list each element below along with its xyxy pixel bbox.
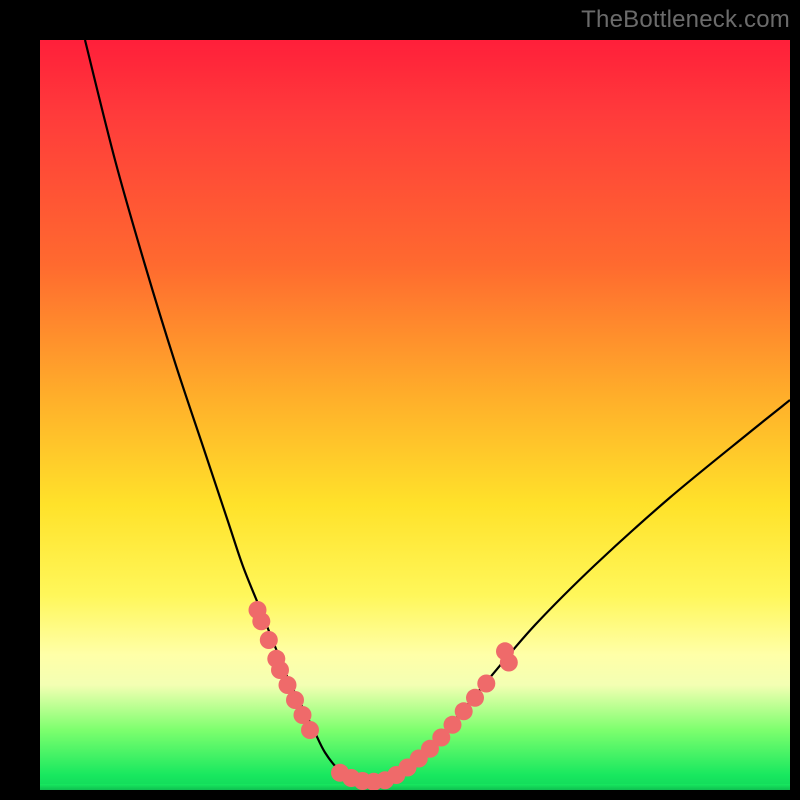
marker-group: [249, 601, 518, 790]
data-marker: [331, 764, 349, 782]
data-marker: [271, 661, 289, 679]
data-marker: [432, 729, 450, 747]
data-marker: [387, 766, 405, 784]
data-marker: [466, 689, 484, 707]
bottleneck-curve: [85, 40, 790, 783]
data-marker: [252, 612, 270, 630]
data-marker: [399, 759, 417, 777]
data-marker: [500, 654, 518, 672]
data-marker: [267, 650, 285, 668]
data-marker: [294, 706, 312, 724]
data-marker: [410, 750, 428, 768]
plot-area: [40, 40, 790, 790]
data-marker: [249, 601, 267, 619]
chart-svg: [40, 40, 790, 790]
bottom-green-band: [40, 784, 790, 790]
data-marker: [455, 702, 473, 720]
data-marker: [421, 740, 439, 758]
data-marker: [286, 691, 304, 709]
data-marker: [496, 642, 514, 660]
watermark-text: TheBottleneck.com: [581, 6, 790, 34]
data-marker: [301, 721, 319, 739]
data-marker: [279, 676, 297, 694]
outer-frame: TheBottleneck.com: [0, 0, 800, 800]
data-marker: [260, 631, 278, 649]
data-marker: [444, 716, 462, 734]
data-marker: [477, 675, 495, 693]
